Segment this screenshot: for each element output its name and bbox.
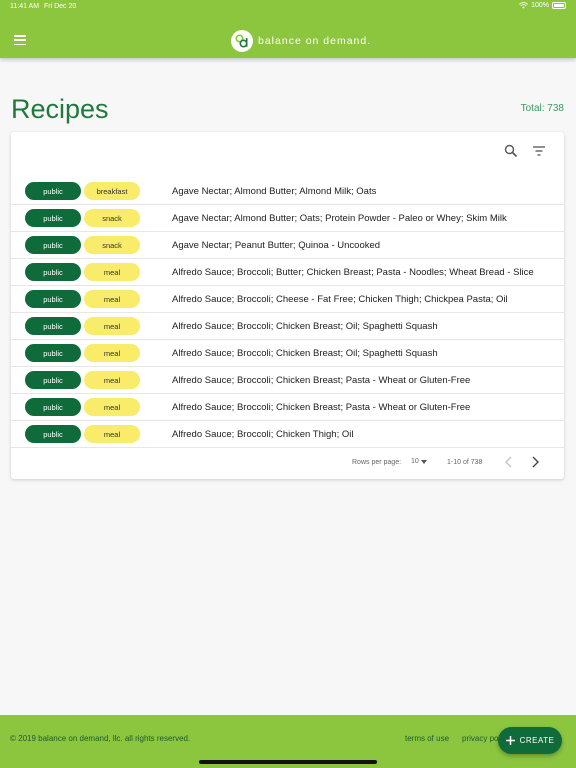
search-icon[interactable] — [504, 144, 518, 158]
visibility-chip: public — [25, 317, 81, 335]
brand-name: balance on demand. — [258, 35, 372, 47]
visibility-chip: public — [25, 344, 81, 362]
visibility-chip: public — [25, 290, 81, 308]
table-row[interactable]: public snack Agave Nectar; Almond Butter; … — [11, 205, 564, 232]
rows-per-page-value: 10 — [411, 458, 419, 465]
wifi-icon — [519, 2, 529, 9]
total-count: Total: 738 — [520, 103, 564, 114]
category-chip: meal — [84, 398, 140, 416]
visibility-chip: public — [25, 398, 81, 416]
table-row[interactable]: public breakfast Agave Nectar; Almond Butt… — [11, 178, 564, 205]
ingredients-text: Agave Nectar; Almond Butter; Almond Milk… — [172, 185, 377, 197]
pagination-range: 1-10 of 738 — [447, 459, 483, 466]
status-time: 11:41 AM — [10, 3, 40, 10]
category-chip: meal — [84, 317, 140, 335]
ingredients-text: Alfredo Sauce; Broccoli; Butter; Chicken… — [172, 266, 534, 278]
category-chip: breakfast — [84, 182, 140, 200]
ingredients-text: Agave Nectar; Peanut Butter; Quinoa - Un… — [172, 239, 381, 251]
ingredients-text: Agave Nectar; Almond Butter; Oats; Prote… — [172, 212, 507, 224]
terms-link[interactable]: terms of use — [405, 734, 449, 743]
table-row[interactable]: public meal Alfredo Sauce; Broccoli; Chees… — [11, 286, 564, 313]
visibility-chip: public — [25, 182, 81, 200]
table-row[interactable]: public meal Alfredo Sauce; Broccoli; Chick… — [11, 340, 564, 367]
status-bar: 11:41 AM Fri Dec 20 100% — [0, 0, 576, 14]
ingredients-text: Alfredo Sauce; Broccoli; Chicken Breast;… — [172, 374, 471, 386]
privacy-link[interactable]: privacy po — [462, 734, 498, 743]
visibility-chip: public — [25, 263, 81, 281]
chevron-left-icon[interactable] — [504, 456, 514, 468]
battery-percent: 100% — [531, 2, 549, 9]
page-title: Recipes — [11, 94, 109, 124]
create-button-label: CREATE — [519, 736, 555, 745]
menu-icon-bar — [14, 35, 26, 37]
ingredients-text: Alfredo Sauce; Broccoli; Chicken Breast;… — [172, 320, 438, 332]
visibility-chip: public — [25, 236, 81, 254]
category-chip: meal — [84, 263, 140, 281]
table-row[interactable]: public meal Alfredo Sauce; Broccoli; Chick… — [11, 394, 564, 421]
table-row[interactable]: public meal Alfredo Sauce; Broccoli; Chick… — [11, 367, 564, 394]
brand[interactable]: balance on demand. — [231, 30, 371, 52]
table-row[interactable]: public meal Alfredo Sauce; Broccoli; Butte… — [11, 259, 564, 286]
ingredients-text: Alfredo Sauce; Broccoli; Chicken Breast;… — [172, 347, 438, 359]
visibility-chip: public — [25, 371, 81, 389]
copyright-text: © 2019 balance on demand, llc. all right… — [10, 734, 191, 743]
menu-icon-bar — [14, 39, 26, 41]
menu-icon-bar — [14, 43, 26, 45]
home-indicator — [199, 760, 377, 764]
ingredients-text: Alfredo Sauce; Broccoli; Chicken Thigh; … — [172, 428, 354, 440]
visibility-chip: public — [25, 209, 81, 227]
table-row[interactable]: public meal Alfredo Sauce; Broccoli; Chick… — [11, 313, 564, 340]
pagination: Rows per page: 10 1-10 of 738 — [11, 452, 564, 472]
recipes-table: public breakfast Agave Nectar; Almond Butt… — [11, 178, 564, 448]
status-indicators: 100% — [519, 2, 566, 9]
category-chip: meal — [84, 371, 140, 389]
category-chip: snack — [84, 209, 140, 227]
filter-icon[interactable] — [532, 144, 546, 158]
app-header: 11:41 AM Fri Dec 20 100% balance on dema… — [0, 0, 576, 58]
caret-down-icon — [420, 459, 427, 464]
table-toolbar — [504, 144, 546, 158]
battery-icon — [552, 2, 566, 9]
recipes-table-card: public breakfast Agave Nectar; Almond Butt… — [11, 132, 564, 479]
status-date: Fri Dec 20 — [44, 3, 77, 10]
menu-button[interactable] — [14, 35, 26, 45]
category-chip: meal — [84, 290, 140, 308]
ingredients-text: Alfredo Sauce; Broccoli; Chicken Breast;… — [172, 401, 471, 413]
category-chip: meal — [84, 344, 140, 362]
brand-logo-icon — [231, 30, 253, 52]
category-chip: snack — [84, 236, 140, 254]
table-row[interactable]: public snack Agave Nectar; Peanut Butter; … — [11, 232, 564, 259]
rows-per-page-select[interactable]: 10 — [411, 458, 427, 465]
table-row[interactable]: public meal Alfredo Sauce; Broccoli; Chick… — [11, 421, 564, 448]
ingredients-text: Alfredo Sauce; Broccoli; Cheese - Fat Fr… — [172, 293, 508, 305]
create-button[interactable]: CREATE — [498, 727, 562, 754]
rows-per-page-label: Rows per page: — [352, 459, 402, 466]
category-chip: meal — [84, 425, 140, 443]
app-footer: © 2019 balance on demand, llc. all right… — [0, 715, 576, 768]
chevron-right-icon[interactable] — [530, 456, 540, 468]
visibility-chip: public — [25, 425, 81, 443]
plus-icon — [505, 736, 515, 745]
